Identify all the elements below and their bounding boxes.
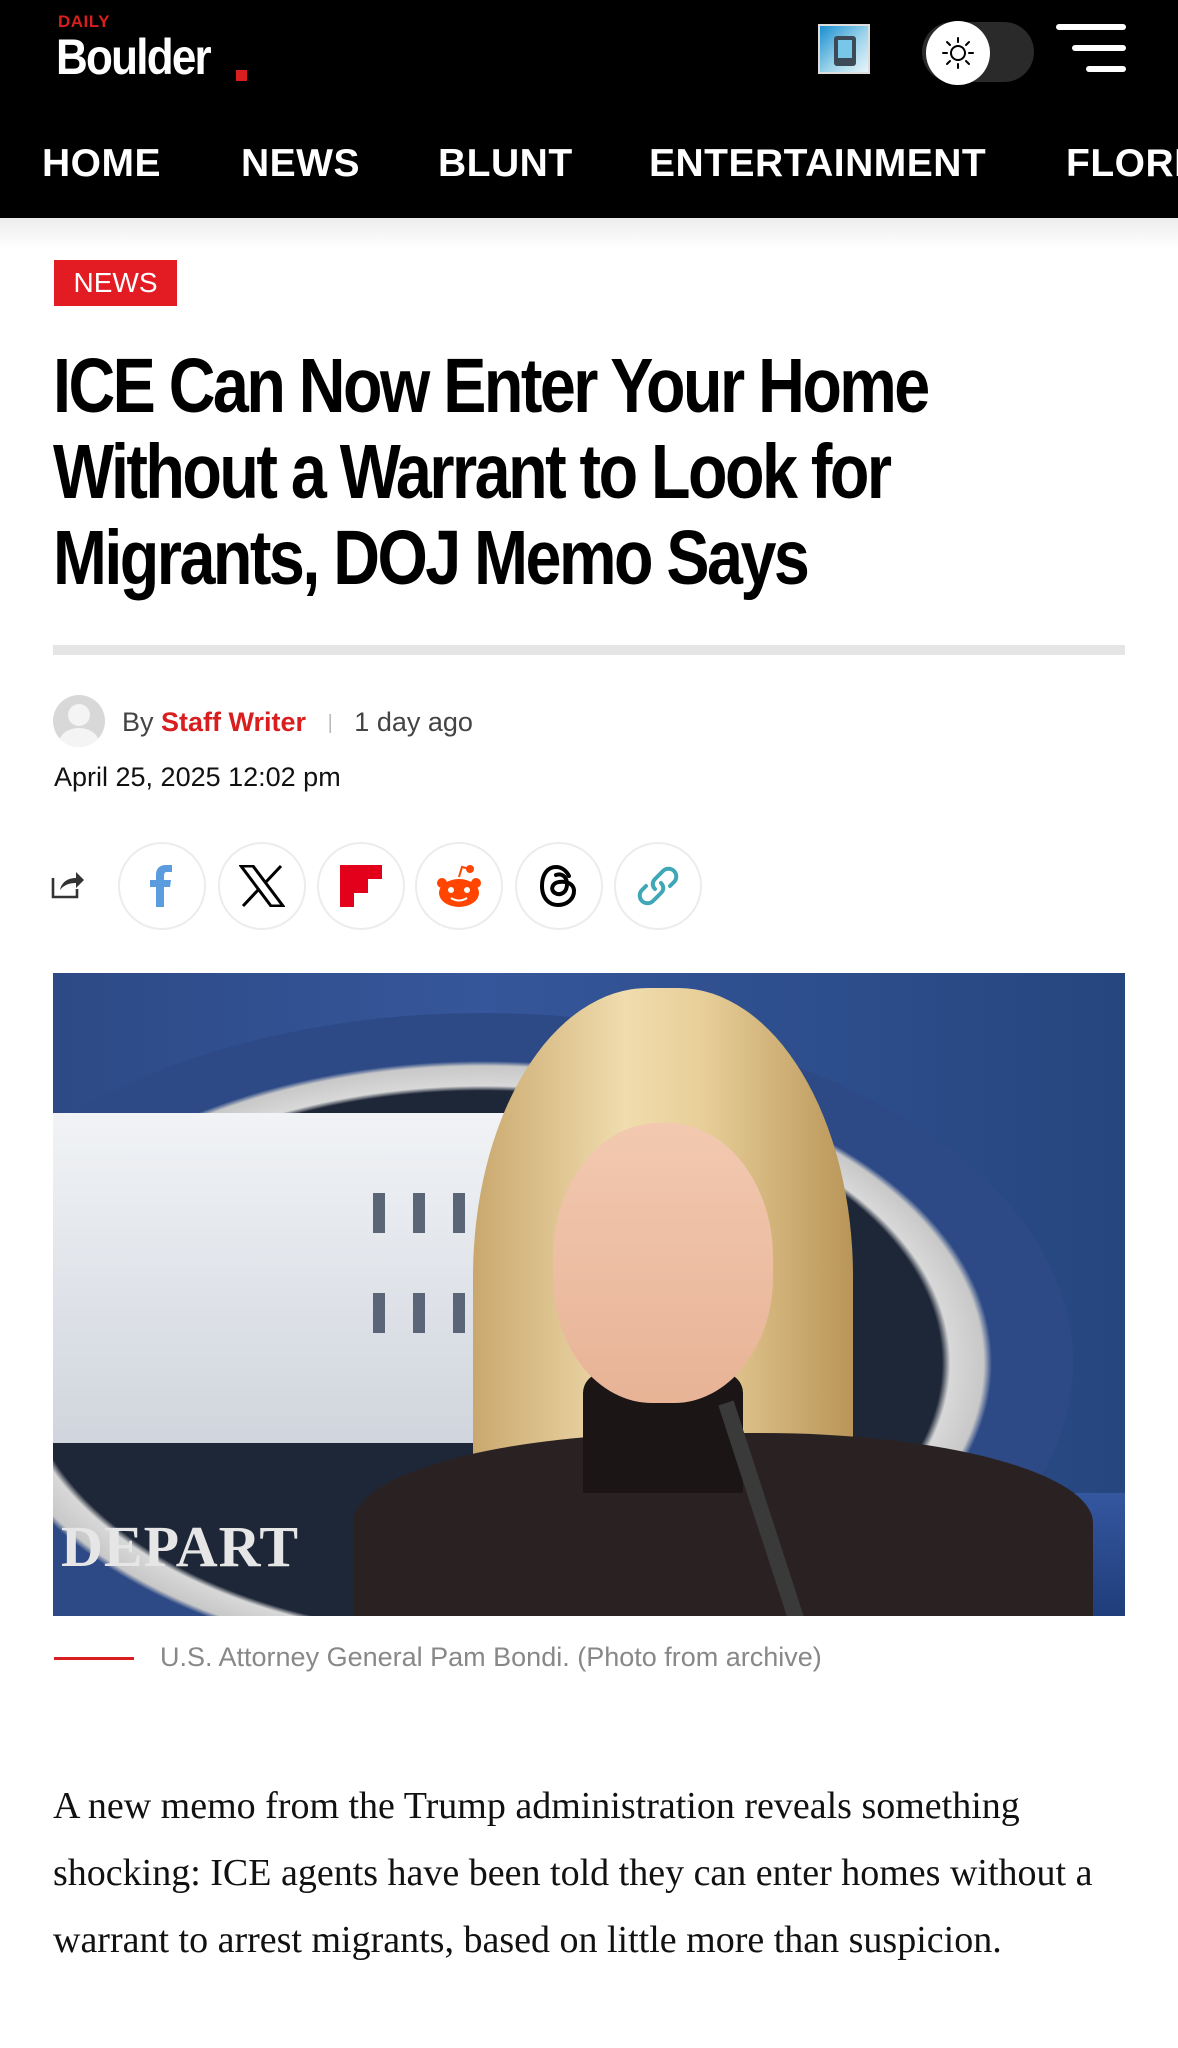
theme-toggle[interactable] bbox=[922, 21, 1034, 85]
byline-by: By bbox=[122, 707, 154, 737]
sun-icon bbox=[926, 21, 990, 85]
site-header: DAILY Boulder bbox=[0, 0, 1178, 110]
logo[interactable]: Boulder bbox=[56, 28, 212, 86]
caption-accent-line bbox=[54, 1657, 134, 1660]
logo-dot bbox=[236, 70, 247, 81]
publish-date: April 25, 2025 12:02 pm bbox=[54, 762, 341, 792]
divider bbox=[53, 645, 1125, 655]
app-thumbnail-icon[interactable] bbox=[818, 24, 870, 74]
reddit-share-button[interactable] bbox=[415, 842, 503, 930]
author-link[interactable]: Staff Writer bbox=[161, 707, 306, 737]
reddit-icon bbox=[437, 865, 481, 907]
byline: By Staff Writer | 1 day ago bbox=[122, 707, 473, 738]
relative-time: 1 day ago bbox=[354, 707, 473, 737]
header-shadow bbox=[0, 218, 1178, 248]
main-nav: HOME NEWS BLUNT ENTERTAINMENT FLORI bbox=[0, 110, 1178, 219]
x-share-button[interactable] bbox=[218, 842, 306, 930]
nav-item-entertainment[interactable]: ENTERTAINMENT bbox=[649, 142, 986, 186]
department-sign: DEPART bbox=[61, 1514, 300, 1579]
author-avatar bbox=[53, 695, 105, 747]
nav-item-florida[interactable]: FLORI bbox=[1066, 142, 1178, 186]
threads-share-button[interactable] bbox=[515, 842, 603, 930]
facebook-share-button[interactable] bbox=[118, 842, 206, 930]
flipboard-icon bbox=[340, 865, 382, 907]
category-badge[interactable]: NEWS bbox=[54, 260, 177, 306]
copy-link-button[interactable] bbox=[614, 842, 702, 930]
article-headline: ICE Can Now Enter Your Home Without a Wa… bbox=[53, 343, 930, 601]
facebook-icon bbox=[150, 865, 172, 907]
nav-item-blunt[interactable]: BLUNT bbox=[438, 142, 573, 186]
link-icon bbox=[637, 866, 679, 906]
photo-caption: U.S. Attorney General Pam Bondi. (Photo … bbox=[160, 1642, 822, 1672]
flipboard-share-button[interactable] bbox=[317, 842, 405, 930]
share-icon[interactable] bbox=[50, 868, 86, 905]
x-icon bbox=[239, 865, 285, 907]
article-photo[interactable]: DEPART bbox=[53, 973, 1125, 1616]
speaker-face bbox=[553, 1123, 773, 1403]
nav-item-home[interactable]: HOME bbox=[42, 142, 161, 186]
article-body-paragraph: A new memo from the Trump administration… bbox=[53, 1785, 1093, 1961]
hamburger-menu-icon[interactable] bbox=[1056, 24, 1126, 72]
nav-item-news[interactable]: NEWS bbox=[241, 142, 360, 186]
byline-separator: | bbox=[327, 712, 333, 735]
threads-icon bbox=[539, 864, 577, 908]
